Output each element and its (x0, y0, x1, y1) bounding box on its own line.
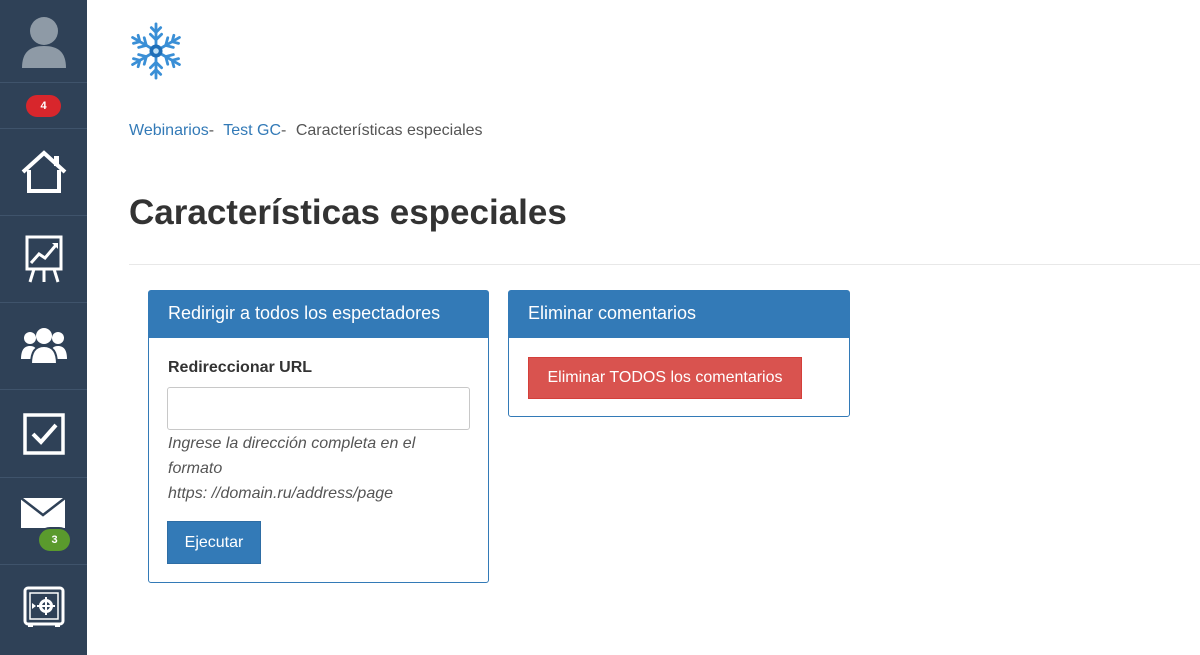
sidebar-item-mail[interactable]: 3 (0, 478, 87, 565)
delete-all-comments-button[interactable]: Eliminar TODOS los comentarios (528, 357, 802, 399)
execute-button[interactable]: Ejecutar (167, 521, 261, 564)
redirect-url-label: Redireccionar URL (168, 359, 313, 376)
breadcrumb-separator: - (281, 122, 287, 139)
breadcrumb-link-test-gc[interactable]: Test GC (223, 122, 281, 139)
sidebar-item-users[interactable] (0, 303, 87, 390)
notifications-badge: 4 (26, 94, 61, 117)
sidebar-item-home[interactable] (0, 129, 87, 216)
breadcrumb-current: Características especiales (295, 122, 483, 139)
sidebar-avatar[interactable] (0, 0, 87, 83)
snowflake-icon (128, 22, 184, 80)
redirect-help-text: Ingrese la dirección completa en el form… (168, 431, 468, 506)
mail-badge: 3 (37, 527, 72, 553)
chart-board-icon (25, 235, 62, 283)
help-text-line: Ingrese la dirección completa en el form… (168, 435, 416, 477)
users-group-icon (20, 328, 67, 365)
redirect-panel-title: Redirigir a todos los espectadores (149, 291, 488, 338)
breadcrumb-link-webinarios[interactable]: Webinarios (129, 122, 209, 139)
delete-panel-title: Eliminar comentarios (509, 291, 849, 338)
redirect-viewers-panel: Redirigir a todos los espectadores Redir… (148, 290, 489, 583)
breadcrumb: Webinarios- Test GC- Características esp… (129, 122, 483, 140)
delete-comments-panel: Eliminar comentarios Eliminar TODOS los … (508, 290, 850, 417)
mail-icon (21, 498, 65, 528)
sidebar-notifications[interactable]: 4 (0, 83, 87, 129)
sidebar-item-safe[interactable] (0, 565, 87, 655)
checkbox-icon (22, 412, 65, 455)
user-avatar-icon (21, 17, 66, 68)
help-text-example: https: //domain.ru/address/page (168, 485, 394, 502)
safe-icon (23, 586, 64, 627)
home-icon (21, 150, 66, 193)
redirect-url-input[interactable] (167, 387, 470, 430)
sidebar: 4 3 (0, 0, 87, 655)
sidebar-item-tasks[interactable] (0, 390, 87, 478)
page-title: Características especiales (129, 193, 567, 232)
breadcrumb-separator: - (208, 122, 215, 139)
title-divider (129, 264, 1200, 265)
snowflake-logo[interactable] (128, 19, 184, 83)
sidebar-item-statistics[interactable] (0, 216, 87, 303)
